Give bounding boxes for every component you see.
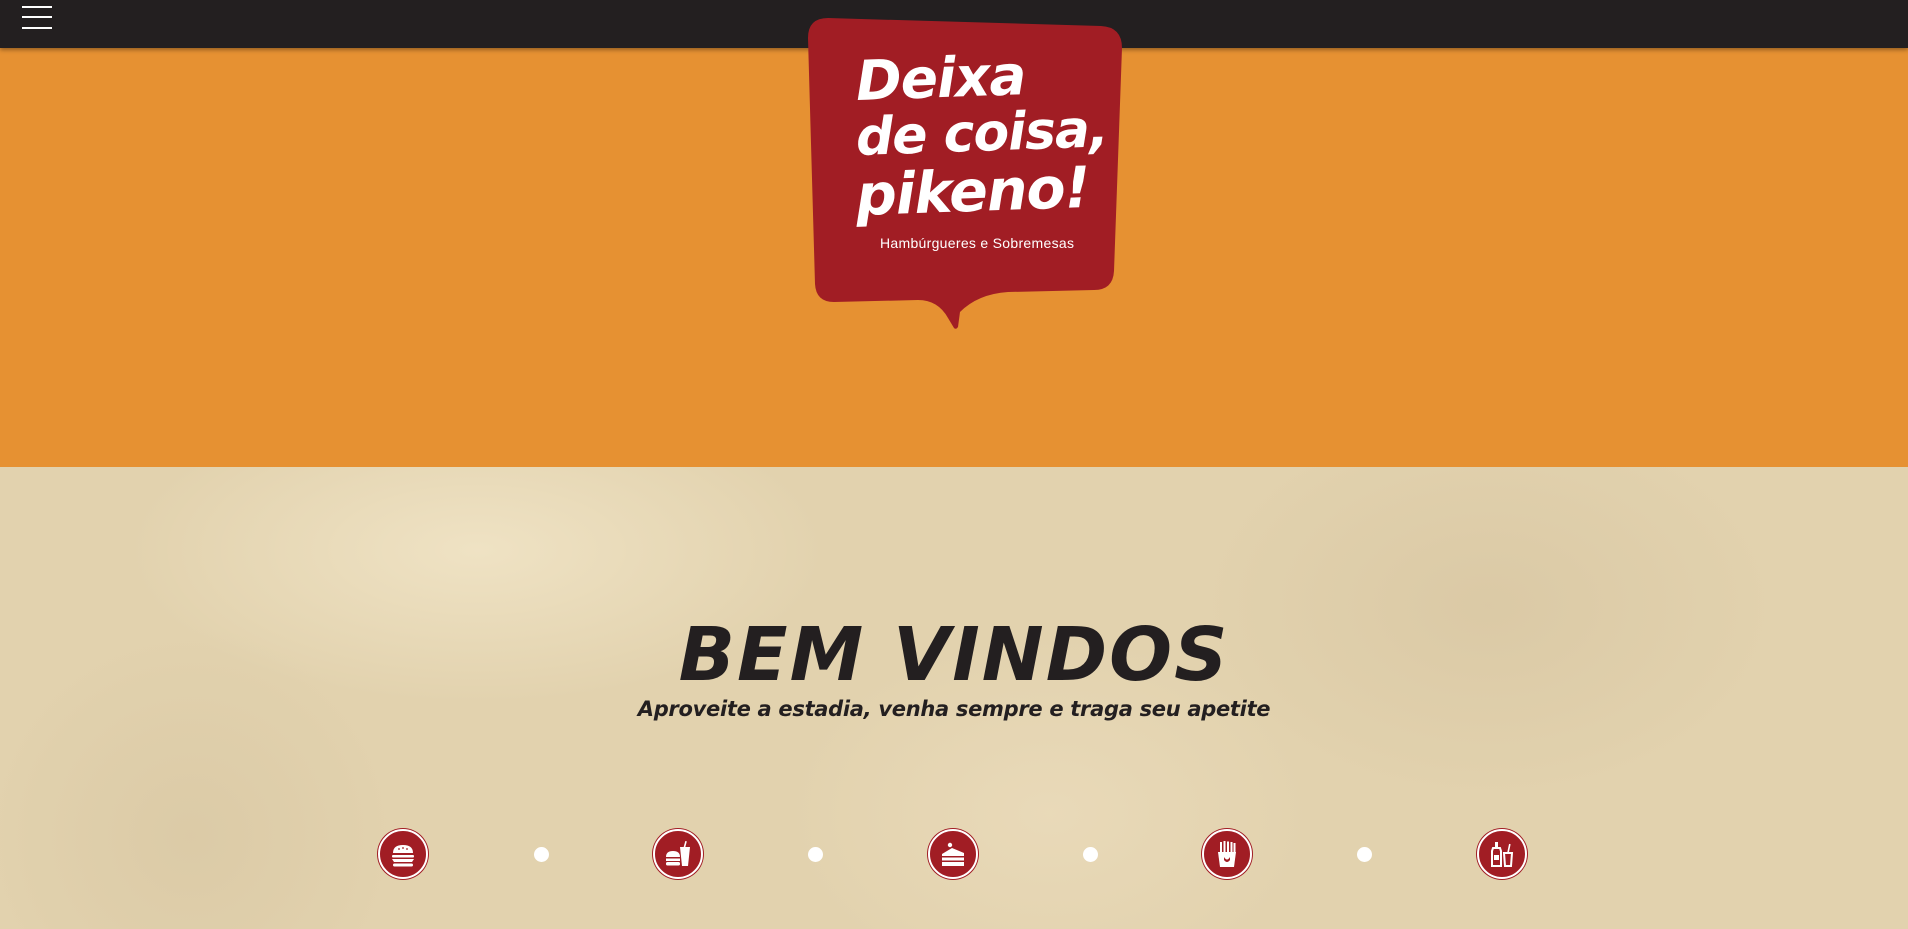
carousel-dot[interactable]: [1357, 847, 1372, 862]
burger-icon[interactable]: [378, 829, 428, 879]
menu-line: [22, 27, 52, 29]
bottles-icon[interactable]: [1477, 829, 1527, 879]
logo-line-3: pikeno!: [854, 154, 1091, 229]
welcome-title: BEM VINDOS: [678, 612, 1230, 698]
welcome-subtitle: Aproveite a estadia, venha sempre e trag…: [637, 697, 1271, 721]
menu-line: [22, 6, 52, 8]
hamburger-menu-icon[interactable]: [22, 4, 52, 30]
fries-icon[interactable]: [1202, 829, 1252, 879]
category-carousel: [0, 829, 1908, 879]
carousel-dot[interactable]: [534, 847, 549, 862]
carousel-dot[interactable]: [808, 847, 823, 862]
logo-line-1: Deixa: [854, 43, 1027, 113]
logo-tagline: Hambúrgueres e Sobremesas: [880, 235, 1075, 251]
burger-and-drink-icon[interactable]: [653, 829, 703, 879]
cake-icon[interactable]: [928, 829, 978, 879]
carousel-dot[interactable]: [1083, 847, 1098, 862]
menu-line: [22, 16, 52, 18]
brand-logo[interactable]: Deixa de coisa, pikeno! Hambúrgueres e S…: [808, 16, 1122, 330]
